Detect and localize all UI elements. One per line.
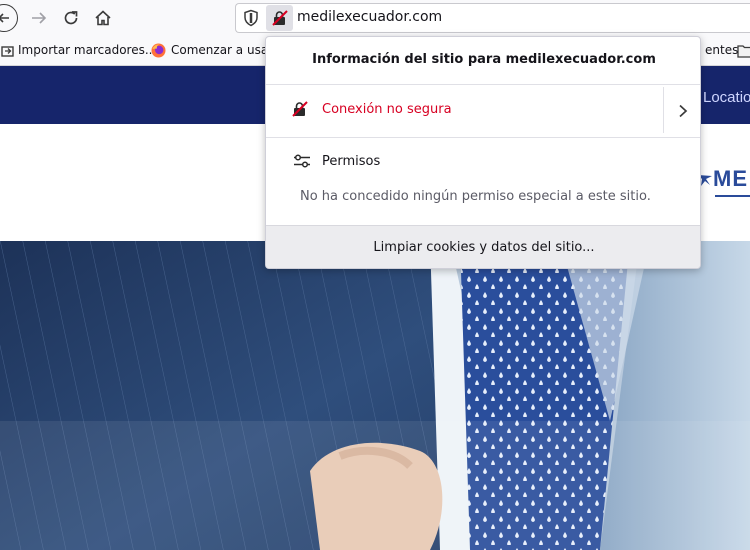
home-button[interactable] [89, 4, 117, 32]
logo-underline [715, 195, 750, 197]
folder-icon[interactable] [737, 43, 750, 62]
back-arrow-icon [0, 4, 18, 32]
reload-button[interactable] [57, 4, 85, 32]
connection-details-button[interactable] [664, 85, 700, 137]
permissions-sliders-icon [293, 153, 311, 172]
permissions-heading: Permisos [322, 154, 381, 169]
connection-status-label[interactable]: Conexión no segura [322, 102, 452, 117]
firefox-logo-icon [151, 43, 166, 62]
permissions-description: No ha concedido ningún permiso especial … [300, 189, 651, 204]
chevron-right-icon [678, 104, 687, 118]
site-info-panel: Información del sitio para medilexecuado… [265, 36, 701, 269]
back-button[interactable] [0, 4, 18, 32]
insecure-connection-icon [292, 101, 308, 121]
bookmark-partial[interactable]: entes [705, 43, 738, 57]
home-icon [95, 10, 111, 26]
site-logo[interactable]: ME [697, 166, 748, 192]
hero-image [0, 241, 750, 550]
insecure-lock-icon [272, 10, 288, 26]
site-info-title: Información del sitio para medilexecuado… [312, 52, 656, 67]
import-bookmarks-icon [1, 43, 15, 62]
logo-text: ME [713, 166, 748, 191]
bookmark-import[interactable]: Importar marcadores... [18, 43, 156, 57]
forward-button[interactable] [25, 4, 53, 32]
reload-icon [64, 11, 78, 25]
nav-link-location[interactable]: Locatio [703, 89, 750, 106]
url-text[interactable]: medilexecuador.com [297, 9, 442, 25]
forward-arrow-icon [32, 12, 47, 24]
site-info-button[interactable] [266, 5, 293, 31]
divider [266, 137, 700, 138]
clear-cookies-button[interactable]: Limpiar cookies y datos del sitio... [266, 225, 700, 268]
tracking-protection-shield-icon[interactable] [243, 9, 261, 27]
